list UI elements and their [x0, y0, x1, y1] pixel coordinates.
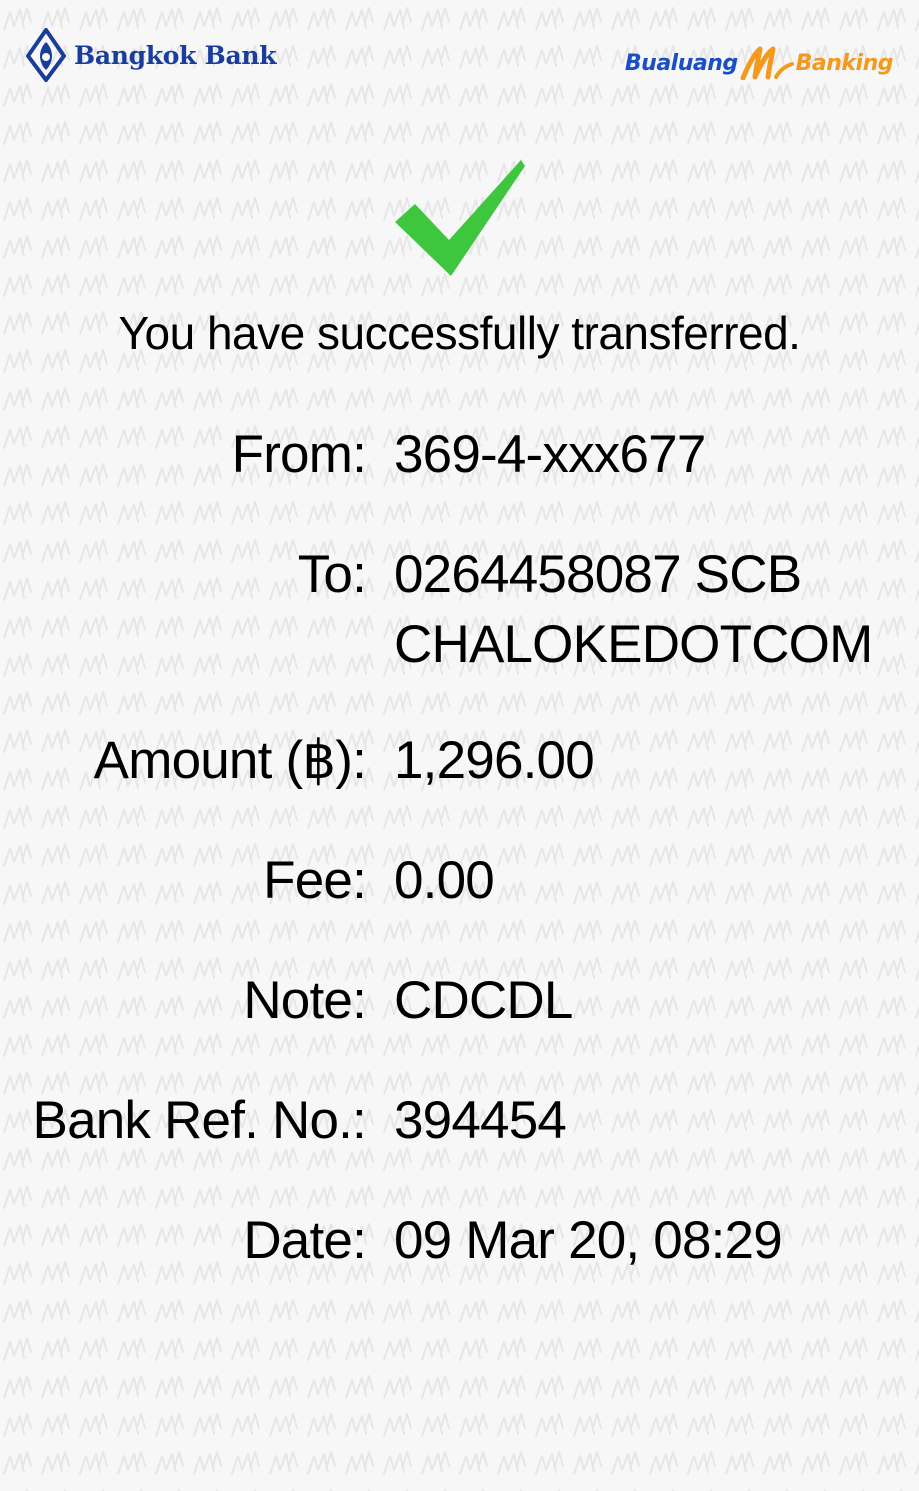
mbanking-m-icon — [740, 46, 794, 80]
checkmark-icon — [395, 160, 525, 276]
note-label: Note: — [243, 971, 366, 1030]
to-value-account: 0264458087 SCB — [394, 545, 802, 604]
success-message: You have successfully transferred. — [118, 307, 801, 359]
note-value: CDCDL — [394, 971, 573, 1030]
mbanking-logo-right-text: Banking — [795, 50, 894, 76]
date-value: 09 Mar 20, 08:29 — [394, 1211, 783, 1270]
from-value: 369-4-xxx677 — [394, 425, 706, 484]
header: Bangkok Bank Bualuang Banking — [0, 0, 919, 110]
bank-ref-value: 394454 — [394, 1091, 567, 1150]
to-label: To: — [297, 545, 367, 604]
mbanking-logo-left-text: Bualuang — [624, 50, 738, 76]
date-label: Date: — [243, 1211, 366, 1270]
amount-value: 1,296.00 — [394, 731, 595, 790]
bank-ref-label: Bank Ref. No.: — [32, 1091, 367, 1150]
amount-label: Amount (฿): — [93, 731, 367, 790]
to-value-name: CHALOKEDOTCOM — [394, 615, 873, 674]
bualuang-mbanking-logo: Bualuang Banking — [624, 46, 894, 80]
fee-label: Fee: — [263, 851, 367, 910]
bank-name: Bangkok Bank — [74, 40, 277, 70]
to-value: 0264458087 SCB CHALOKEDOTCOM — [394, 540, 914, 680]
bangkok-bank-emblem-icon — [26, 28, 66, 82]
bangkok-bank-logo: Bangkok Bank — [26, 28, 277, 82]
from-label: From: — [231, 425, 367, 484]
fee-value: 0.00 — [394, 851, 495, 910]
